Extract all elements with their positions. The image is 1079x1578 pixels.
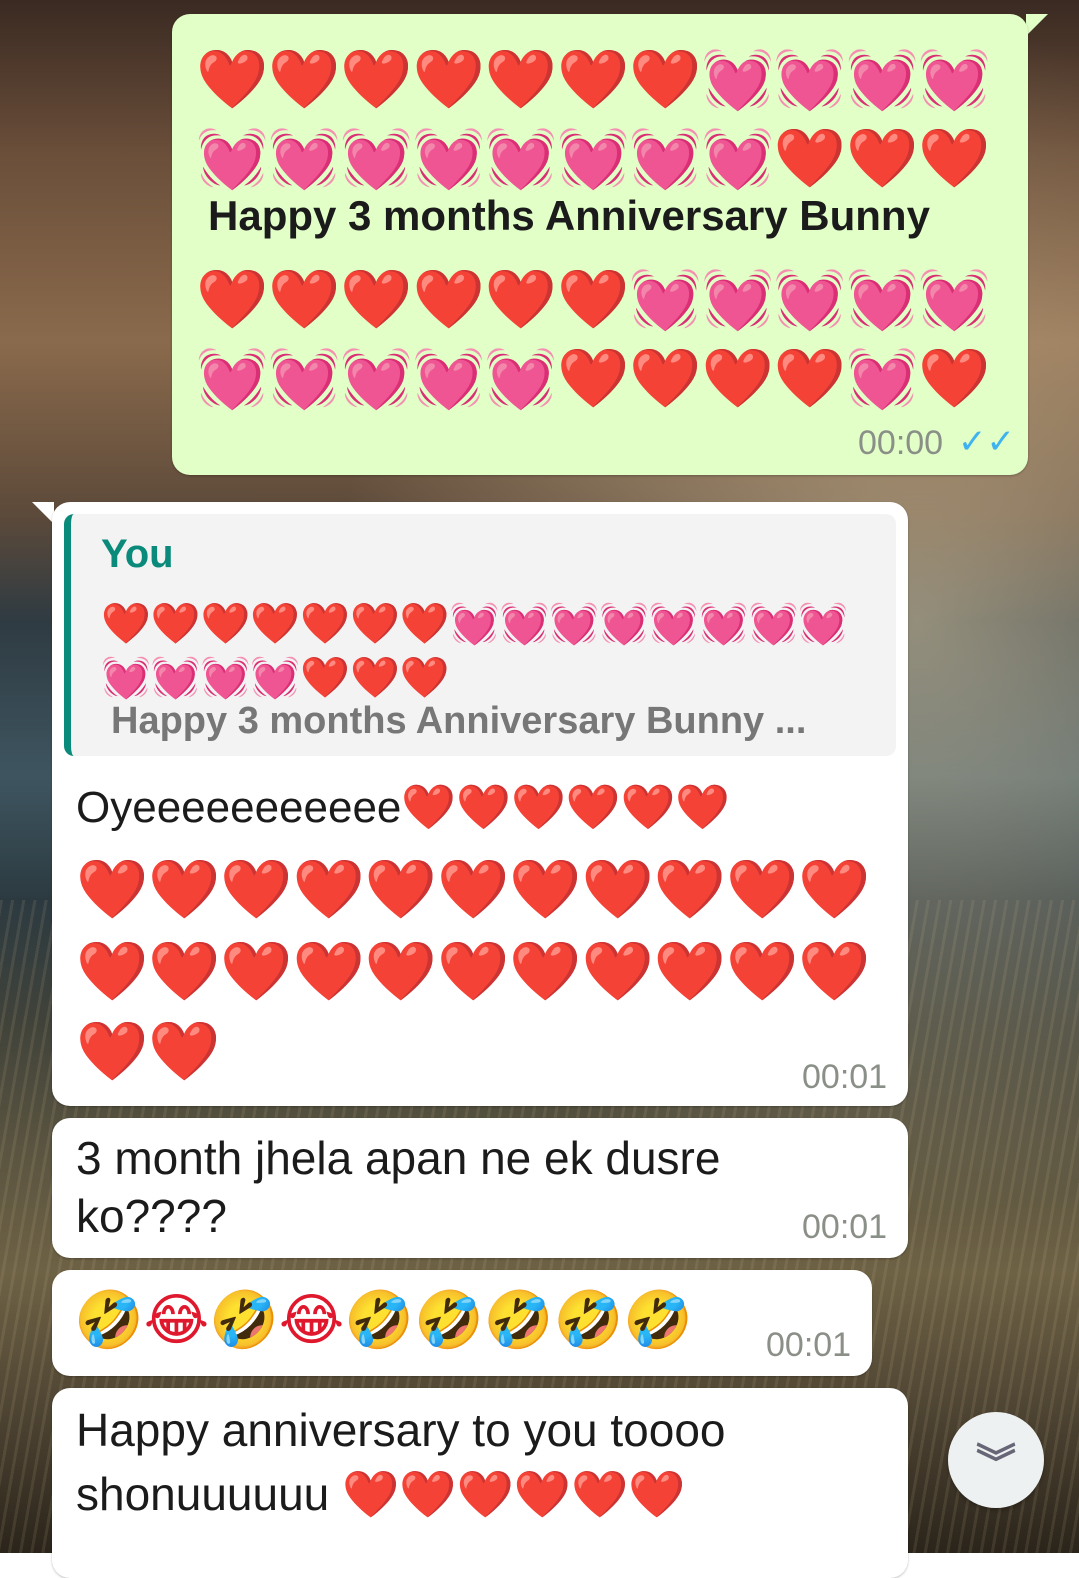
- incoming-message[interactable]: You ❤️❤️❤️❤️❤️❤️❤️💓💓💓💓💓💓💓💓 💓💓💓💓❤️❤️❤️ Ha…: [52, 502, 908, 1106]
- message-timestamp: 00:01: [802, 1208, 888, 1246]
- double-chevron-down-icon: ︾: [976, 1442, 1016, 1486]
- message-text: 3 month jhela apan ne ek dusre: [76, 1132, 721, 1184]
- outgoing-message[interactable]: ❤️❤️❤️❤️❤️❤️❤️💓💓💓💓 💓💓💓💓💓💓💓💓❤️❤️❤️ Happy …: [172, 14, 1028, 475]
- incoming-message[interactable]: 🤣😂🤣😂🤣🤣🤣🤣🤣 00:01: [52, 1270, 872, 1376]
- incoming-message[interactable]: Happy anniversary to you toooo shonuuuuu…: [52, 1388, 908, 1578]
- message-text: shonuuuuuu ❤️❤️❤️❤️❤️❤️: [76, 1468, 686, 1520]
- message-emoji-row: ❤️❤️❤️❤️❤️❤️💓💓💓💓💓: [196, 267, 991, 332]
- message-text: Oyeeeeeeeeeee❤️❤️❤️❤️❤️❤️: [76, 783, 731, 832]
- quote-emoji-row: 💓💓💓💓❤️❤️❤️: [101, 656, 450, 700]
- message-timestamp: 00:01: [766, 1326, 852, 1364]
- bubble-tail: [1026, 14, 1048, 36]
- message-text: ko????: [76, 1190, 227, 1242]
- message-emoji-row: ❤️❤️❤️❤️❤️❤️❤️❤️❤️❤️❤️: [76, 939, 871, 1004]
- scroll-to-bottom-button[interactable]: ︾: [948, 1412, 1044, 1508]
- message-emoji-row: ❤️❤️❤️❤️❤️❤️❤️💓💓💓💓: [196, 47, 991, 112]
- message-emoji-row: ❤️❤️❤️❤️❤️❤️❤️❤️❤️❤️❤️: [76, 857, 871, 922]
- message-timestamp: 00:01: [802, 1058, 888, 1096]
- message-emoji-row: 🤣😂🤣😂🤣🤣🤣🤣🤣: [74, 1288, 693, 1351]
- message-emoji-row: 💓💓💓💓💓❤️❤️❤️❤️💓❤️: [196, 346, 991, 411]
- message-text: Happy anniversary to you toooo: [76, 1404, 726, 1456]
- quote-emoji-row: ❤️❤️❤️❤️❤️❤️❤️💓💓💓💓💓💓💓💓: [101, 602, 849, 646]
- message-emoji-row: 💓💓💓💓💓💓💓💓❤️❤️❤️: [196, 126, 991, 191]
- quote-author: You: [101, 532, 174, 576]
- quote-text: Happy 3 months Anniversary Bunny ...: [111, 700, 807, 742]
- bubble-tail: [32, 502, 54, 524]
- incoming-message[interactable]: 3 month jhela apan ne ek dusre ko???? 00…: [52, 1118, 908, 1258]
- message-timestamp: 00:00: [858, 424, 944, 462]
- double-check-read-icon: ✓✓: [958, 423, 1015, 461]
- quoted-message[interactable]: You ❤️❤️❤️❤️❤️❤️❤️💓💓💓💓💓💓💓💓 💓💓💓💓❤️❤️❤️ Ha…: [64, 514, 896, 756]
- message-emoji-row: ❤️❤️: [76, 1019, 221, 1084]
- message-text: Happy 3 months Anniversary Bunny: [208, 192, 930, 239]
